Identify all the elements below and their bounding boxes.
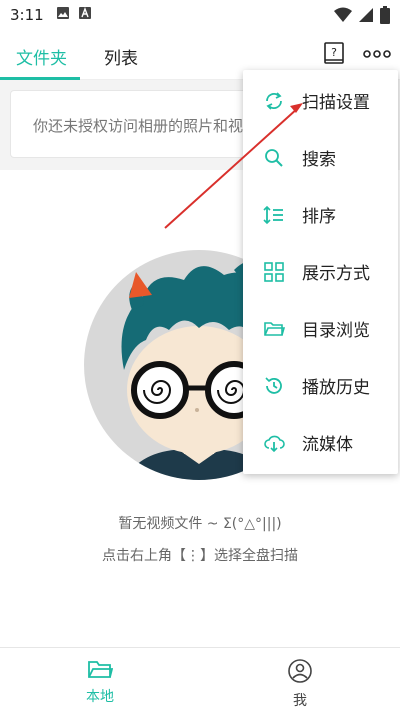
cloud-download-icon [263, 432, 285, 454]
nav-local[interactable]: 本地 [60, 654, 140, 708]
nav-label-me: 我 [293, 693, 307, 709]
status-time: 3:11 [10, 6, 44, 24]
history-icon [263, 375, 285, 397]
wifi-icon [334, 7, 352, 27]
menu-item-play-history[interactable]: 播放历史 [243, 357, 398, 414]
menu-label-search: 搜索 [302, 150, 336, 170]
tab-folders[interactable]: 文件夹 [16, 44, 67, 69]
menu-label-display-mode: 展示方式 [302, 264, 370, 284]
menu-item-scan-settings[interactable]: 扫描设置 [243, 72, 398, 129]
menu-item-search[interactable]: 搜索 [243, 129, 398, 186]
menu-item-directory-browse[interactable]: 目录浏览 [243, 300, 398, 357]
menu-item-sort[interactable]: 排序 [243, 186, 398, 243]
sync-icon [263, 90, 285, 112]
profile-icon [260, 658, 340, 688]
menu-item-display-mode[interactable]: 展示方式 [243, 243, 398, 300]
menu-label-directory-browse: 目录浏览 [302, 321, 370, 341]
menu-label-sort: 排序 [302, 207, 336, 227]
more-options-icon[interactable] [362, 42, 392, 66]
overflow-menu: 扫描设置 搜索 排序 展示方式 目录浏览 播放历史 流媒体 [243, 70, 398, 474]
folder-open-icon [263, 318, 286, 340]
permission-notice-text: 你还未授权访问相册的照片和视频 [33, 117, 259, 135]
battery-icon [380, 6, 390, 28]
folder-icon [60, 658, 140, 684]
menu-label-scan-settings: 扫描设置 [302, 93, 370, 113]
menu-label-streaming: 流媒体 [302, 435, 353, 455]
nav-label-local: 本地 [86, 689, 114, 705]
signal-icon [358, 7, 374, 27]
bottom-navigation: 本地 我 [0, 647, 400, 711]
gallery-icon [56, 6, 70, 24]
search-icon [263, 147, 285, 169]
menu-label-play-history: 播放历史 [302, 378, 370, 398]
empty-state-message: 暂无视频文件 ~ Σ(°△°|||) [118, 516, 282, 532]
help-book-icon[interactable]: ? [324, 42, 344, 66]
nav-me[interactable]: 我 [260, 654, 340, 709]
layout-icon [263, 261, 285, 283]
notification-a-icon [78, 6, 92, 24]
svg-text:?: ? [331, 46, 337, 59]
empty-state-hint: 点击右上角【⋮】选择全盘扫描 [102, 548, 298, 564]
tab-list[interactable]: 列表 [104, 44, 138, 69]
sort-icon [263, 204, 285, 226]
status-bar: 3:11 [0, 0, 400, 30]
menu-item-streaming[interactable]: 流媒体 [243, 414, 398, 471]
